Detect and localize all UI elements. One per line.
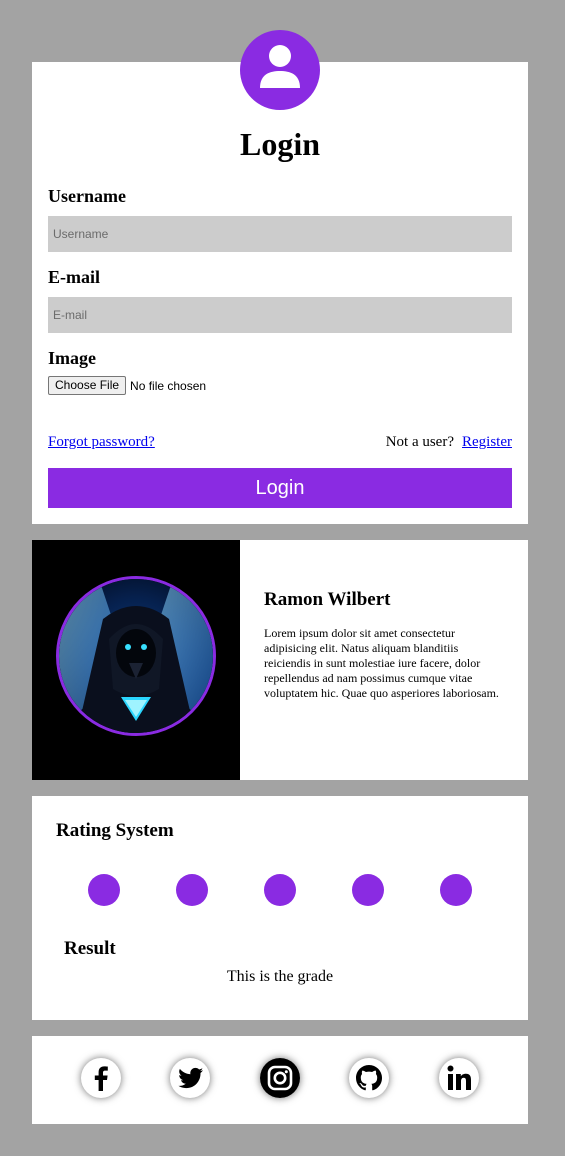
email-label: E-mail [48, 267, 100, 287]
linkedin-icon[interactable] [439, 1058, 479, 1098]
email-input[interactable] [48, 297, 512, 333]
image-file-input: Choose File No file chosen [48, 376, 206, 395]
file-status: No file chosen [130, 378, 207, 393]
profile-card: Ramon Wilbert Lorem ipsum dolor sit amet… [32, 540, 528, 780]
register-prompt: Not a user? Register [386, 434, 512, 451]
login-card: Login Username E-mail Image Choose File … [32, 62, 528, 524]
rating-dot-3[interactable] [264, 874, 296, 906]
rating-dot-5[interactable] [440, 874, 472, 906]
social-card [32, 1036, 528, 1124]
profile-image-panel [32, 540, 240, 780]
facebook-icon[interactable] [81, 1058, 121, 1098]
not-user-text: Not a user? [385, 434, 454, 450]
profile-picture [56, 576, 216, 736]
rating-dot-1[interactable] [88, 874, 120, 906]
login-button[interactable]: Login [48, 468, 512, 508]
forgot-password-link[interactable]: Forgot password? [48, 434, 155, 451]
username-label: Username [48, 186, 126, 206]
login-title: Login [239, 126, 321, 162]
rating-card: Rating System Result This is the grade [32, 796, 528, 1020]
user-avatar-icon [240, 30, 320, 110]
instagram-icon[interactable] [260, 1058, 300, 1098]
choose-file-button[interactable]: Choose File [48, 376, 127, 395]
profile-description: Lorem ipsum dolor sit amet consectetur a… [264, 626, 499, 700]
rating-dot-4[interactable] [352, 874, 384, 906]
profile-name: Ramon Wilbert [264, 589, 391, 610]
rating-title: Rating System [56, 820, 174, 841]
twitter-icon[interactable] [170, 1058, 210, 1098]
rating-dot-2[interactable] [176, 874, 208, 906]
register-link[interactable]: Register [462, 434, 512, 450]
username-input[interactable] [48, 216, 512, 252]
grade-text: This is the grade [226, 968, 334, 985]
github-icon[interactable] [349, 1058, 389, 1098]
image-label: Image [48, 348, 96, 368]
result-label: Result [64, 938, 116, 959]
